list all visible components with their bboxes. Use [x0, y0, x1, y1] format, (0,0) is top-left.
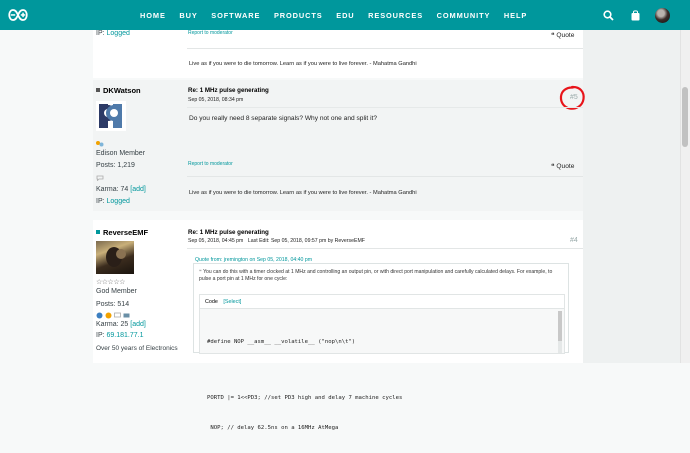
ip-value: Logged	[106, 198, 130, 205]
post-body: Do you really need 8 separate signals? W…	[189, 115, 378, 122]
report-to-moderator-link[interactable]: Report to moderator	[188, 30, 233, 36]
karma-value: 74	[120, 186, 129, 193]
post-subject[interactable]: Re: 1 MHz pulse generating	[188, 229, 269, 236]
karma-add-link[interactable]: [add]	[130, 321, 146, 328]
page-margin	[583, 30, 680, 363]
last-edit-label: Last Edit:	[247, 238, 270, 244]
signature: Live as if you were to die tomorrow. Lea…	[189, 61, 417, 67]
ip-label: IP:	[96, 30, 105, 37]
ip-label: IP:	[96, 332, 105, 339]
karma-label: Karma:	[96, 186, 119, 193]
divider	[187, 176, 583, 177]
author-info: DKWatson Edison Member Posts: 1,219 Karm…	[96, 86, 146, 205]
code-line: #define NOP __asm__ __volatile__ ("nop\n…	[207, 339, 356, 345]
karma-add-link[interactable]: [add]	[130, 186, 146, 193]
nav-help[interactable]: HELP	[504, 11, 527, 20]
offline-status-icon	[96, 88, 100, 92]
quote-icon: ❝	[551, 163, 555, 170]
ip-label: IP:	[96, 198, 105, 205]
arduino-logo-icon[interactable]	[7, 8, 29, 22]
email-icon[interactable]	[123, 312, 130, 319]
author-karma: Karma: 25 [add]	[96, 321, 178, 328]
code-content[interactable]: #define NOP __asm__ __volatile__ ("nop\n…	[207, 317, 402, 453]
post-subject[interactable]: Re: 1 MHz pulse generating	[188, 87, 269, 94]
quote-label: Quote	[556, 32, 575, 39]
quote-block: ❝ You can do this with a timer clocked a…	[193, 263, 569, 431]
author-rank: God Member	[96, 288, 137, 295]
post-previous: IP: Logged Report to moderator ❝ Quote L…	[93, 30, 583, 78]
posts-label: Posts:	[96, 162, 116, 169]
author-ip: IP: Logged	[96, 198, 146, 205]
page-scroll-thumb[interactable]	[682, 87, 688, 147]
rank-icon	[96, 140, 146, 149]
chat-icon[interactable]	[114, 312, 121, 319]
code-block: Code [Select] #define NOP __asm__ __vola…	[199, 294, 565, 431]
code-line: PORTD |= 1<<PD3; //set PD3 high and dela…	[207, 395, 403, 401]
top-navigation: HOME BUY SOFTWARE PRODUCTS EDU RESOURCES…	[0, 0, 690, 30]
quote-text-content: You can do this with a timer clocked at …	[199, 269, 553, 283]
author-avatar[interactable]	[96, 241, 134, 274]
location-icon	[105, 312, 112, 319]
author-karma: Karma: 74 [add]	[96, 186, 146, 193]
posts-value: 514	[117, 301, 130, 308]
ip-value[interactable]: 69.181.77.1	[107, 332, 144, 339]
post-number[interactable]: #4	[570, 237, 578, 244]
page-scrollbar[interactable]	[680, 30, 690, 363]
code-select-link[interactable]: [Select]	[223, 299, 241, 305]
search-icon[interactable]	[601, 0, 615, 30]
profile-icons	[96, 312, 178, 319]
nav-edu[interactable]: EDU	[336, 11, 354, 20]
quote-text: ❝ You can do this with a timer clocked a…	[199, 269, 565, 284]
chat-icon[interactable]	[96, 175, 146, 183]
nav-home[interactable]: HOME	[140, 11, 166, 20]
nav-software[interactable]: SOFTWARE	[211, 11, 260, 20]
code-label: Code	[205, 299, 218, 305]
user-menu[interactable]	[654, 0, 670, 30]
author-ip: IP: 69.181.77.1	[96, 332, 178, 339]
signature: Live as if you were to die tomorrow. Lea…	[189, 190, 417, 196]
quote-button[interactable]: ❝ Quote	[551, 31, 574, 39]
author-post-count: Posts: 514	[96, 301, 178, 308]
karma-label: Karma:	[96, 321, 119, 328]
posts-value: 1,219	[117, 162, 135, 169]
karma-value: 25	[120, 321, 129, 328]
author-bio: Over 50 years of Electronics	[96, 345, 178, 352]
nav-resources[interactable]: RESOURCES	[368, 11, 423, 20]
post-dkwatson: DKWatson Edison Member Posts: 1,219 Karm…	[93, 80, 585, 211]
ip-value: Logged	[106, 30, 130, 37]
avatar[interactable]	[654, 7, 670, 23]
bag-icon[interactable]	[629, 0, 641, 30]
divider	[187, 248, 583, 249]
quote-button[interactable]: ❝ Quote	[551, 162, 574, 170]
code-scrollbar[interactable]	[558, 311, 562, 353]
quote-icon: ❝	[551, 32, 555, 39]
divider	[187, 48, 583, 49]
nav-buy[interactable]: BUY	[179, 11, 197, 20]
author-name[interactable]: DKWatson	[103, 86, 141, 95]
author-stars: ☆☆☆☆☆	[96, 279, 125, 286]
author-name[interactable]: ReverseEMF	[103, 228, 148, 237]
report-to-moderator-link[interactable]: Report to moderator	[188, 161, 233, 167]
nav-community[interactable]: COMMUNITY	[437, 11, 491, 20]
author-rank: Edison Member	[96, 150, 146, 157]
code-scroll-thumb[interactable]	[558, 311, 562, 341]
code-header: Code [Select]	[200, 295, 564, 309]
posts-label: Posts:	[96, 301, 116, 308]
last-edit-value: Sep 05, 2018, 09:57 pm by ReverseEMF	[270, 238, 365, 244]
post-date: Sep 05, 2018, 04:45 pm Last Edit: Sep 05…	[188, 238, 365, 244]
author-post-count: Posts: 1,219	[96, 162, 146, 169]
code-line: NOP; // delay 62.5ns on a 16MHz AtMega	[207, 425, 339, 431]
nav-products[interactable]: PRODUCTS	[274, 11, 323, 20]
online-status-icon	[96, 230, 100, 234]
divider	[187, 107, 583, 108]
post-reverseemf: ReverseEMF ☆☆☆☆☆ God Member Posts: 514 K…	[93, 220, 583, 431]
author-info: ReverseEMF ☆☆☆☆☆ God Member Posts: 514 K…	[96, 228, 178, 352]
post-date-value: Sep 05, 2018, 04:45 pm	[188, 238, 244, 244]
globe-icon[interactable]	[96, 312, 103, 319]
quote-label: Quote	[556, 163, 575, 170]
post-date: Sep 05, 2018, 08:34 pm	[188, 97, 244, 103]
author-avatar[interactable]	[96, 101, 126, 131]
